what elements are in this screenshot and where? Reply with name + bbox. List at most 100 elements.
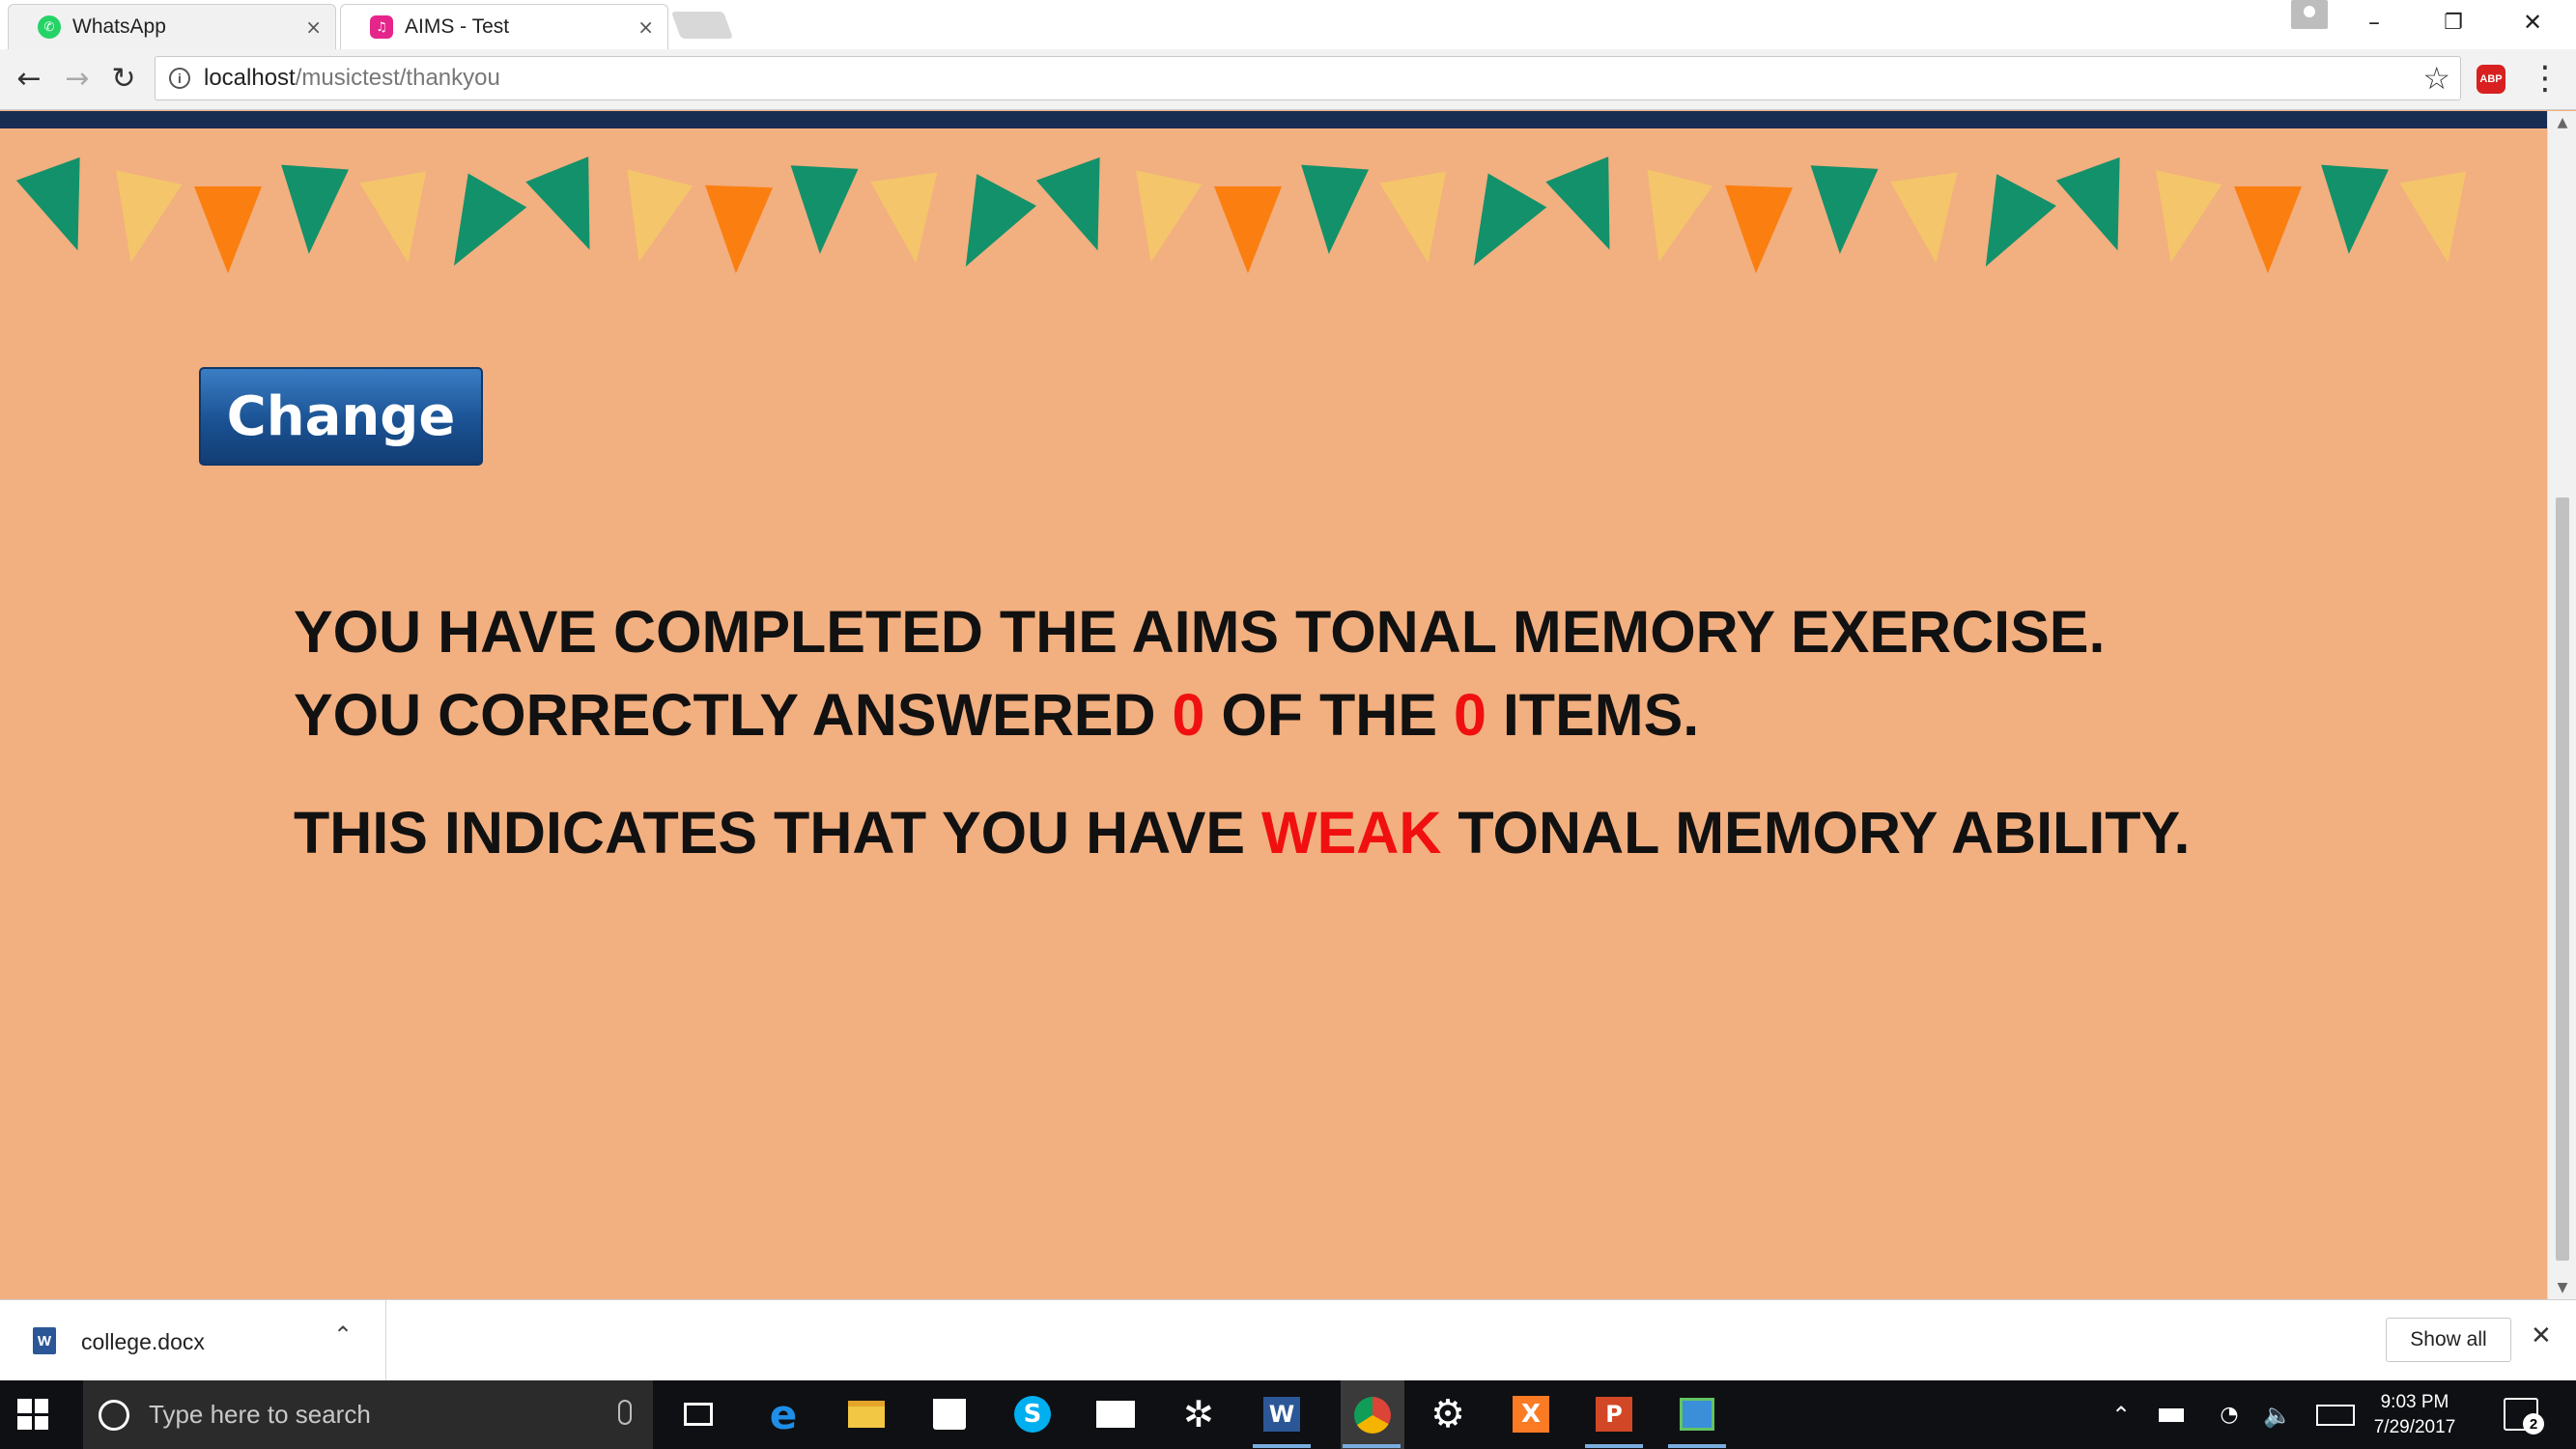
word-icon[interactable]: W [1258,1390,1306,1438]
download-file-name: college.docx [81,1329,205,1354]
store-icon[interactable] [925,1390,974,1438]
bunting-flag [281,164,350,254]
browser-tab-strip: ✆ WhatsApp × ♫ AIMS - Test × – ❐ ✕ [0,0,2576,49]
powerpoint-icon[interactable]: P [1590,1390,1638,1438]
bunting-flag [525,156,590,250]
bunting-flag [116,170,183,263]
word-document-icon: W [33,1327,56,1354]
ability-message: THIS INDICATES THAT YOU HAVE WEAK TONAL … [294,800,2191,866]
microphone-icon[interactable] [618,1400,632,1425]
minimize-icon[interactable]: – [2335,0,2413,44]
chrome-active-indicator [1343,1444,1401,1448]
bunting-flag [2321,164,2390,254]
address-bar[interactable]: i localhost/musictest/thankyou ☆ [155,56,2461,100]
tab-whatsapp[interactable]: ✆ WhatsApp × [8,4,336,49]
profile-icon[interactable] [2291,0,2328,29]
bunting-flag [627,169,694,263]
download-item[interactable]: W college.docx ⌃ [0,1300,386,1381]
bunting-flag [1214,186,1282,273]
adblock-plus-icon[interactable]: ABP [2477,65,2505,94]
keyboard-icon[interactable] [2314,1380,2357,1449]
volume-icon[interactable]: 🔈 [2258,1380,2297,1449]
bunting-flag [2399,171,2467,264]
bunting-flag [1725,185,1794,273]
windows-start-icon[interactable] [17,1399,48,1430]
taskbar-search-box[interactable]: Type here to search [83,1380,653,1449]
bunting-flag [1035,156,1100,251]
score-message: YOU CORRECTLY ANSWERED 0 OF THE 0 ITEMS. [294,682,1700,748]
tab-label: WhatsApp [72,15,166,38]
settings-gear-icon[interactable]: ⚙ [1424,1390,1472,1438]
bunting-flag [1810,165,1879,254]
close-tab-icon[interactable]: × [305,15,322,39]
chevron-up-icon[interactable]: ⌃ [333,1321,353,1349]
reload-icon[interactable]: ↻ [104,59,143,98]
clock-time: 9:03 PM [2380,1392,2449,1412]
page-scrollbar[interactable]: ▲ ▼ [2547,111,2576,1299]
app-icon[interactable]: ✲ [1175,1390,1223,1438]
aims-favicon-icon: ♫ [370,15,393,39]
powerpoint-active-indicator [1585,1444,1643,1448]
close-download-bar-icon[interactable]: ✕ [2531,1321,2552,1350]
forward-icon[interactable]: → [58,59,97,98]
new-tab-button[interactable] [670,12,734,39]
bunting-flag [1890,172,1958,264]
close-window-icon[interactable]: ✕ [2494,0,2571,44]
file-explorer-icon[interactable] [842,1390,891,1438]
wifi-icon[interactable]: ◔ [2210,1380,2249,1449]
tab-label: AIMS - Test [405,15,510,38]
skype-icon[interactable]: S [1008,1390,1057,1438]
bunting-flag [2234,186,2302,273]
bunting-flag [359,171,427,264]
tray-chevron-up-icon[interactable]: ⌃ [2102,1380,2140,1449]
bunting-flag [1301,164,1370,254]
app-window-icon[interactable] [1673,1390,1721,1438]
scroll-down-icon[interactable]: ▼ [2548,1276,2576,1299]
clock-date: 7/29/2017 [2373,1417,2456,1437]
bunting-flag [194,186,262,273]
bunting-flag [1647,169,1713,263]
mail-icon[interactable] [1091,1390,1140,1438]
windows-taskbar: Type here to search e S ✲ W ⚙ X P ⌃ ◔ 🔈 … [0,1380,2576,1449]
browser-toolbar: ← → ↻ i localhost/musictest/thankyou ☆ A… [0,49,2576,110]
bunting-flag [1545,156,1610,250]
edge-browser-icon[interactable]: e [759,1390,807,1438]
bunting-flag [1136,170,1203,263]
url-host: localhost [204,65,296,91]
bunting-flag [1474,173,1547,266]
restore-icon[interactable]: ❐ [2415,0,2492,44]
bunting-flag [1985,174,2056,267]
browser-menu-icon[interactable]: ⋮ [2529,59,2562,98]
correct-count: 0 [1172,682,1205,748]
ability-level: WEAK [1261,800,1442,866]
xampp-icon[interactable]: X [1507,1390,1555,1438]
bunting-flag [2156,170,2222,263]
download-bar: W college.docx ⌃ Show all ✕ [0,1299,2576,1381]
taskbar-clock[interactable]: 9:03 PM 7/29/2017 [2357,1390,2473,1440]
app-window-active-indicator [1668,1444,1726,1448]
completion-message: YOU HAVE COMPLETED THE AIMS TONAL MEMORY… [294,599,2106,665]
task-view-icon[interactable] [674,1390,722,1438]
bunting-flag [965,174,1036,267]
show-all-button[interactable]: Show all [2386,1318,2511,1362]
bunting-flag [2055,156,2120,251]
tab-aims-test[interactable]: ♫ AIMS - Test × [340,4,668,49]
scroll-thumb[interactable] [2556,497,2569,1261]
header-strip [0,111,2547,128]
bookmark-star-icon[interactable]: ☆ [2422,60,2450,97]
page-content: Change YOU HAVE COMPLETED THE AIMS TONAL… [0,111,2547,1299]
site-info-icon[interactable]: i [169,68,190,89]
scroll-up-icon[interactable]: ▲ [2548,111,2576,134]
notification-count-badge: 2 [2523,1413,2544,1435]
whatsapp-favicon-icon: ✆ [38,15,61,39]
chrome-icon[interactable] [1341,1380,1404,1449]
change-button[interactable]: Change [199,367,483,466]
back-icon[interactable]: ← [10,59,48,98]
bunting-flag [870,172,938,264]
bunting-flag [454,173,527,266]
cortana-icon [99,1399,129,1431]
battery-icon[interactable] [2152,1380,2191,1449]
bunting-flag [790,165,859,254]
bunting-flag [705,185,774,273]
close-tab-icon[interactable]: × [637,15,654,39]
